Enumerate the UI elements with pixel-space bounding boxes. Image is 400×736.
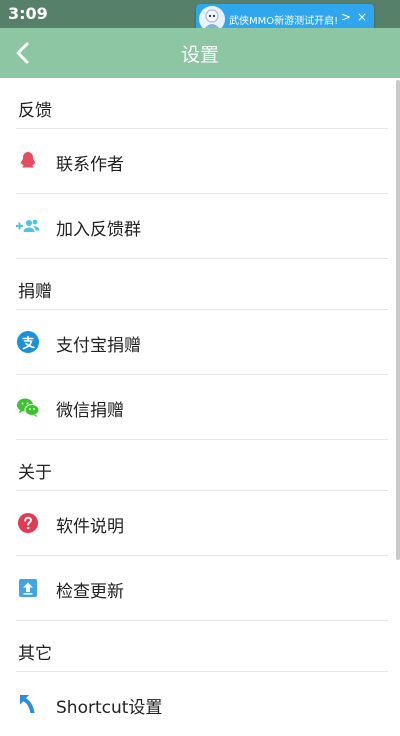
item-label: 加入反馈群 <box>56 220 141 240</box>
qq-icon <box>20 152 36 168</box>
page-title: 设置 <box>180 44 219 66</box>
item-label: 软件说明 <box>56 517 124 537</box>
group-add-icon <box>16 219 40 232</box>
alipay-icon <box>17 331 39 353</box>
update-icon <box>19 579 37 597</box>
chevron-right-icon[interactable]: > <box>341 10 351 24</box>
alipay-donate-item[interactable]: 支付宝捐赠 <box>16 310 388 375</box>
app-bar: 设置 <box>0 28 400 78</box>
check-update-item[interactable]: 检查更新 <box>16 556 388 621</box>
section-header-other: 其它 <box>16 621 388 672</box>
section-title: 反馈 <box>18 101 52 121</box>
contact-author-item[interactable]: 联系作者 <box>16 129 388 194</box>
section-title: 其它 <box>18 644 52 664</box>
close-icon[interactable]: × <box>357 10 367 24</box>
item-label: 检查更新 <box>56 582 124 602</box>
item-label: 支付宝捐赠 <box>56 336 141 356</box>
section-title: 关于 <box>18 463 52 483</box>
join-feedback-group-item[interactable]: 加入反馈群 <box>16 194 388 259</box>
shortcut-icon <box>20 695 35 713</box>
software-info-item[interactable]: 软件说明 <box>16 491 388 556</box>
item-label: 微信捐赠 <box>56 401 124 421</box>
notification-text: 武侠MMO新游测试开启! <box>229 16 339 27</box>
item-label: 联系作者 <box>56 155 124 175</box>
section-header-about: 关于 <box>16 440 388 491</box>
item-label: Shortcut设置 <box>56 698 163 718</box>
section-header-feedback: 反馈 <box>16 78 388 129</box>
status-time: 3:09 <box>8 4 48 23</box>
section-title: 捐赠 <box>18 282 52 302</box>
wechat-icon <box>17 398 40 417</box>
section-header-donate: 捐赠 <box>16 259 388 310</box>
settings-list: 反馈 联系作者 加入反馈群 捐赠 支付宝捐赠 微信捐赠 关于 软件说明 检查更新… <box>0 78 400 736</box>
wechat-donate-item[interactable]: 微信捐赠 <box>16 375 388 440</box>
help-icon <box>18 513 38 533</box>
shortcut-settings-item[interactable]: Shortcut设置 <box>16 672 388 736</box>
